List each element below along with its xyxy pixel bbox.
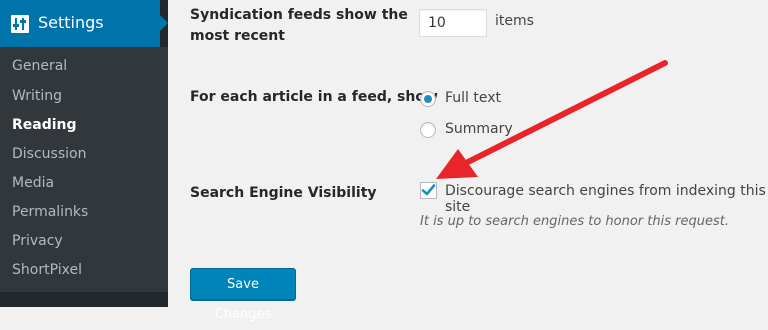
annotation-arrow-icon <box>436 60 668 179</box>
